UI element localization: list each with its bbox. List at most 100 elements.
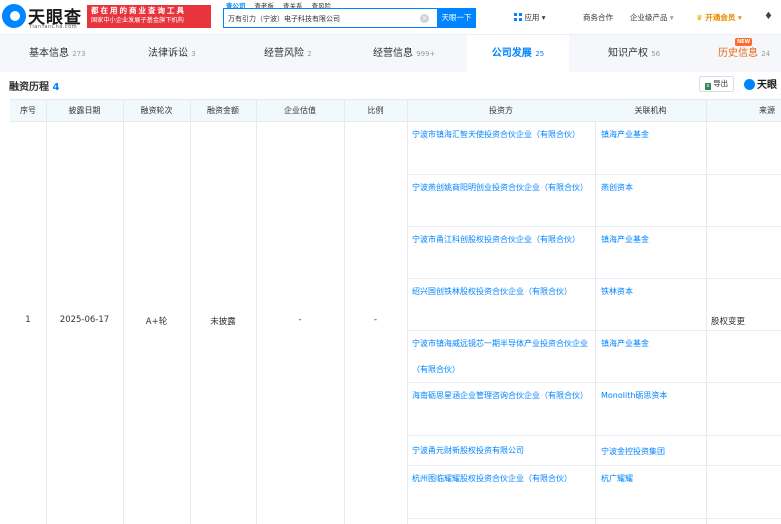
col-ratio: 比例 [367, 106, 384, 115]
investor-row: 宁波燕创姚商阳明创业投资合伙企业（有限合伙） 燕创资本 [407, 175, 781, 227]
row-index: 1 [25, 315, 31, 325]
tab-label: 基本信息 [29, 48, 69, 59]
col-index: 序号 [20, 106, 36, 115]
promo-line1: 都在用的商业查询工具 [91, 6, 186, 15]
col-amount: 融资金额 [207, 106, 239, 115]
investor-row: 宁波市镇海威远镜芯一期半导体产业投资合伙企业（有限合伙） 镇海产业基金 [407, 331, 781, 383]
chevron-down-icon: ▾ [669, 13, 674, 22]
tab-label: 经营风险 [264, 48, 304, 59]
excel-icon: x [704, 83, 711, 90]
investor-institution[interactable]: 镇海产业基金 [601, 233, 649, 246]
tab-basic-info[interactable]: 基本信息 273 [29, 35, 86, 73]
investor-name[interactable]: 宁波市甬江科创股权投资合伙企业（有限合伙） [412, 227, 597, 253]
tab-label: 法律诉讼 [148, 48, 188, 59]
brand-mini: 天眼 [744, 76, 777, 91]
divider [46, 99, 47, 524]
tab-count: 3 [191, 50, 196, 58]
divider [123, 99, 124, 524]
tab-development[interactable]: 公司发展 25 [467, 35, 569, 73]
search-clear-icon[interactable]: × [420, 14, 429, 23]
row-round: A+轮 [145, 317, 168, 327]
brand-logo[interactable]: 天眼查 TianYanCha.com [2, 2, 82, 32]
investor-institution[interactable]: 镇海产业基金 [601, 337, 649, 350]
investor-row: 绍兴国创铁林股权投资合伙企业（有限合伙） 铁林资本 [407, 279, 781, 331]
investor-name[interactable]: 杭州图临耀耀股权投资合伙企业（有限合伙） [412, 466, 597, 492]
investor-row: 宁波市镇海汇智天使投资合伙企业（有限合伙） 镇海产业基金 [407, 122, 781, 175]
search-button[interactable]: 天眼一下 [437, 8, 476, 28]
section-title-text: 融资历程 [9, 82, 49, 93]
section-title: 融资历程 4 [9, 78, 59, 93]
divider [190, 99, 191, 524]
investor-institution[interactable]: 镇海产业基金 [601, 128, 649, 141]
section-count: 4 [52, 82, 60, 93]
tab-label: 经营信息 [373, 48, 413, 59]
row-valuation: - [298, 315, 302, 325]
apps-grid-icon [514, 13, 522, 21]
brand-logo-icon [2, 4, 26, 28]
export-button[interactable]: x 导出 [699, 76, 734, 92]
tab-count: 24 [761, 50, 771, 58]
top-bar: 天眼查 TianYanCha.com 都在用的商业查询工具 国家中小企业发展子基… [0, 0, 781, 34]
investor-row: 宁波市甬江科创股权投资合伙企业（有限合伙） 镇海产业基金 [407, 227, 781, 279]
divider [344, 99, 345, 524]
tab-label: 历史信息 [718, 48, 758, 59]
export-label: 导出 [713, 79, 729, 88]
investor-name[interactable]: 绍兴国创铁林股权投资合伙企业（有限合伙） [412, 279, 597, 305]
investor-row: 杭州图临耀耀股权投资合伙企业（有限合伙） 杭广耀耀 [407, 466, 781, 519]
chevron-down-icon: ▾ [541, 13, 546, 22]
tab-risk[interactable]: 经营风险 2 [264, 35, 312, 73]
divider [256, 99, 257, 524]
enterprise-menu[interactable]: 企业级产品 ▾ [630, 12, 674, 24]
search-type-tabs: 查公司 查老板 查关系 查风险 [226, 0, 340, 11]
chevron-down-icon: ▾ [737, 13, 742, 22]
investor-name[interactable]: 宁波市镇海汇智天使投资合伙企业（有限合伙） [412, 122, 597, 148]
tab-count: 2 [307, 50, 312, 58]
vip-menu[interactable]: ♛ 开通会员 ▾ [696, 12, 742, 24]
investor-name[interactable]: 宁波甬元财新股权投资有限公司 [412, 438, 597, 464]
tab-legal[interactable]: 法律诉讼 3 [148, 35, 196, 73]
promo-banner[interactable]: 都在用的商业查询工具 国家中小企业发展子基金旗下机构 [87, 5, 211, 28]
col-round: 融资轮次 [140, 106, 173, 115]
apps-label: 应用 [524, 13, 540, 22]
investor-name[interactable]: 宁波燕创姚商阳明创业投资合伙企业（有限合伙） [412, 175, 597, 201]
brand-mini-text: 天眼 [757, 80, 777, 91]
business-link[interactable]: 商务合作 [583, 12, 613, 24]
tab-label: 公司发展 [491, 48, 532, 59]
brand-logo-icon [744, 79, 755, 90]
investor-institution[interactable]: 燕创资本 [601, 181, 633, 194]
investor-name[interactable]: 宁波市镇海威远镜芯一期半导体产业投资合伙企业（有限合伙） [412, 331, 597, 383]
financing-table: 序号 披露日期 融资轮次 融资金额 企业估值 比例 投资方 关联机构 来源 1 … [10, 99, 781, 524]
new-badge: NEW [735, 38, 753, 46]
bell-icon[interactable]: ♦ [764, 11, 773, 22]
apps-menu[interactable]: 应用 ▾ [514, 12, 546, 24]
col-source: 来源 [759, 106, 775, 115]
investor-institution[interactable]: 宁波金控投资集团 [601, 445, 665, 458]
tab-operation[interactable]: 经营信息 999+ [373, 35, 435, 73]
tab-label: 知识产权 [608, 48, 648, 59]
tab-count: 25 [535, 50, 545, 58]
search-query: 万有引力（宁波）电子科技有限公司 [228, 15, 340, 23]
investor-row: 海南砺思星涵企业管理咨询合伙企业（有限合伙） Monolith砺思资本 [407, 383, 781, 436]
enterprise-label: 企业级产品 [630, 13, 668, 22]
investor-name[interactable]: 海南砺思星涵企业管理咨询合伙企业（有限合伙） [412, 383, 597, 409]
col-institution: 关联机构 [634, 106, 667, 115]
row-ratio: - [373, 315, 378, 325]
table-header: 序号 披露日期 融资轮次 融资金额 企业估值 比例 投资方 关联机构 来源 [10, 99, 781, 122]
brand-domain: TianYanCha.com [29, 24, 78, 30]
tab-count: 273 [72, 50, 86, 58]
investor-institution[interactable]: 杭广耀耀 [601, 472, 633, 485]
col-valuation: 企业估值 [284, 106, 316, 115]
col-investors: 投资方 [489, 106, 513, 115]
company-tabs: 基本信息 273 法律诉讼 3 经营风险 2 经营信息 999+ 公司发展 25… [0, 34, 781, 73]
col-date: 披露日期 [68, 106, 101, 115]
search-input[interactable]: 万有引力（宁波）电子科技有限公司 × [223, 8, 437, 28]
crown-icon: ♛ [696, 13, 703, 22]
investor-institution[interactable]: Monolith砺思资本 [601, 389, 667, 402]
row-amount: 未披露 [210, 317, 236, 327]
promo-line2: 国家中小企业发展子基金旗下机构 [91, 17, 184, 24]
investor-institution[interactable]: 铁林资本 [601, 285, 633, 298]
row-date: 2025-06-17 [59, 315, 110, 325]
tab-count: 56 [651, 50, 661, 58]
tab-ip[interactable]: 知识产权 56 [608, 35, 660, 73]
tab-count: 999+ [416, 50, 436, 58]
